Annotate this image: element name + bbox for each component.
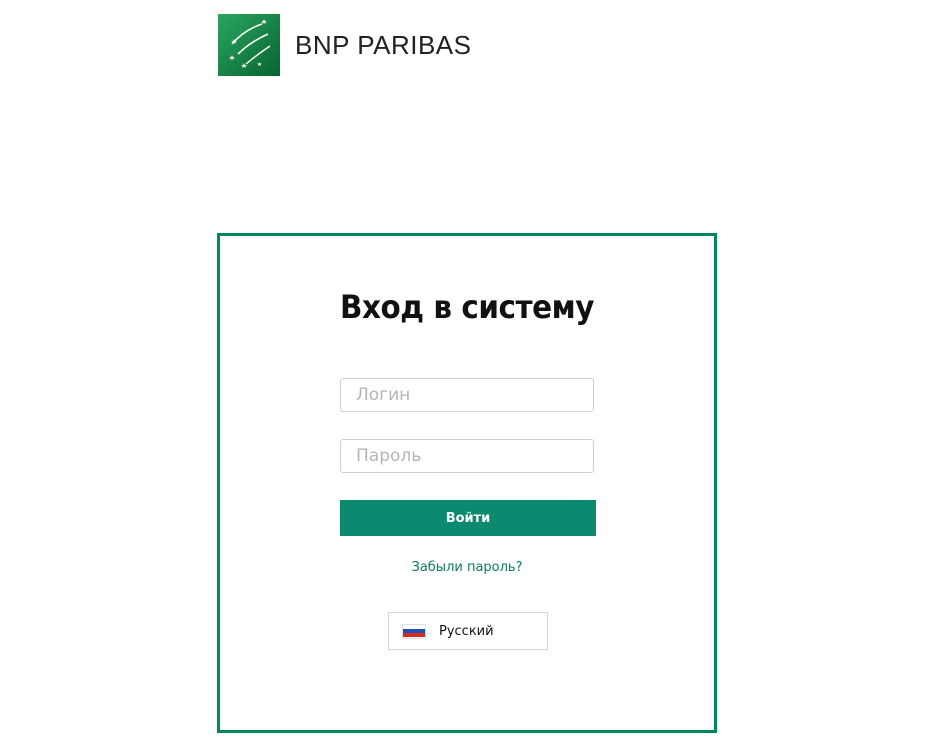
bnp-stars-logo-icon bbox=[218, 14, 280, 76]
login-title: Вход в систему bbox=[340, 288, 594, 326]
brand-logo[interactable]: BNP PARIBAS bbox=[218, 14, 472, 76]
password-input[interactable] bbox=[340, 439, 594, 473]
forgot-password-link[interactable]: Забыли пароль? bbox=[220, 560, 714, 575]
login-input[interactable] bbox=[340, 378, 594, 412]
login-button[interactable]: Войти bbox=[340, 500, 596, 536]
russia-flag-icon bbox=[403, 624, 425, 638]
login-panel: Вход в систему Войти Забыли пароль? Русс… bbox=[217, 233, 717, 733]
language-selector[interactable]: Русский bbox=[388, 612, 548, 650]
language-label: Русский bbox=[439, 623, 494, 639]
login-page: BNP PARIBAS Вход в систему Войти Забыли … bbox=[0, 0, 941, 754]
brand-name: BNP PARIBAS bbox=[295, 30, 472, 60]
